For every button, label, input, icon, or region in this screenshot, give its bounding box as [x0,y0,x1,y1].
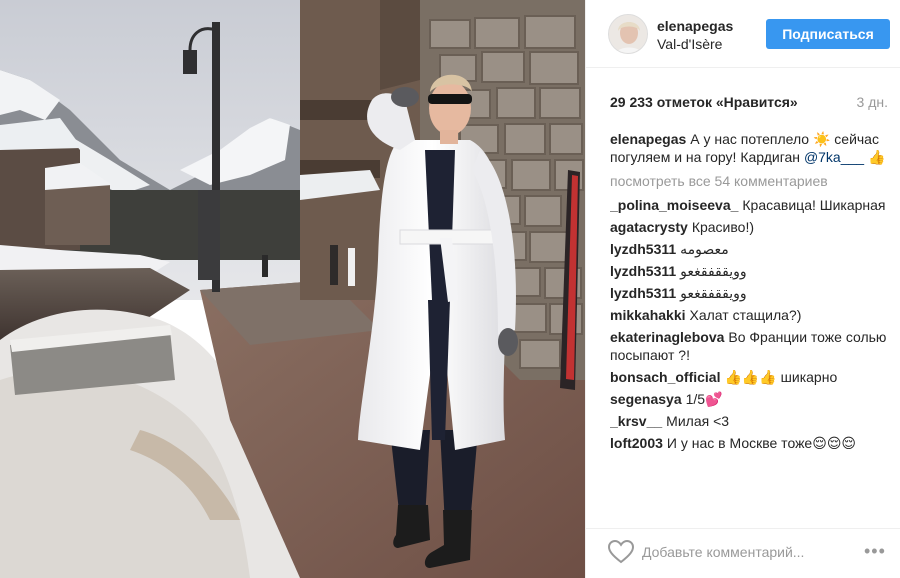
post-side-panel: elenapegas Val-d'Isère Подписаться 29 23… [586,0,900,578]
comment-text: وويققفقغعو [680,285,747,301]
more-options-icon[interactable]: ••• [864,542,892,560]
add-comment-input[interactable] [642,541,842,563]
comment-text: Красавица! Шикарная [742,197,886,213]
comment-author[interactable]: segenasya [610,391,682,407]
comment-author[interactable]: ekaterinaglebova [610,329,724,345]
photo-illustration [0,0,585,578]
post-location[interactable]: Val-d'Isère [657,36,722,52]
comment-author[interactable]: _krsv__ [610,413,662,429]
comment-author[interactable]: _polina_moiseeva_ [610,197,738,213]
comment-text: Халат стащила?) [689,307,802,323]
avatar-image [609,15,647,53]
caption-author[interactable]: elenapegas [610,131,686,147]
comments-list: elenapegas А у нас потеплело ☀️ сейчас по… [610,130,892,520]
comment-item: mikkahakki Халат стащила?) [610,306,892,324]
comment-text: معصومه [680,241,729,257]
comment-item: segenasya 1/5💕 [610,390,892,408]
comment-text: وويققفقغعو [680,263,747,279]
follow-button[interactable]: Подписаться [766,19,890,49]
comment-item: bonsach_official 👍👍👍 шикарно [610,368,892,386]
likes-count[interactable]: 29 233 отметок «Нравится» [610,94,798,110]
comment-text: Милая <3 [666,413,730,429]
comment-item: lyzdh5311 وويققفقغعو [610,284,892,302]
comment-item: _polina_moiseeva_ Красавица! Шикарная [610,196,892,214]
post-username[interactable]: elenapegas [657,18,733,34]
comment-item: lyzdh5311 معصومه [610,240,892,258]
comment-author[interactable]: mikkahakki [610,307,686,323]
comment-author[interactable]: bonsach_official [610,369,720,385]
comment-text: 👍👍👍 шикарно [724,369,838,385]
comment-text: 1/5💕 [685,391,723,407]
comment-item: agatacrysty Красиво!) [610,218,892,236]
post-photo[interactable] [0,0,585,578]
comment-item: ekaterinaglebova Во Франции тоже солью по… [610,328,892,364]
likes-row: 29 233 отметок «Нравится» 3 дн. [610,94,890,112]
caption: elenapegas А у нас потеплело ☀️ сейчас по… [610,130,892,166]
comment-item: lyzdh5311 وويققفقغعو [610,262,892,280]
comment-author[interactable]: loft2003 [610,435,663,451]
add-comment-bar: ••• [586,528,900,578]
comment-author[interactable]: lyzdh5311 [610,241,676,257]
comment-author[interactable]: lyzdh5311 [610,285,676,301]
post-time[interactable]: 3 дн. [857,94,888,110]
comment-item: _krsv__ Милая <3 [610,412,892,430]
comment-text: И у нас в Москве тоже😌😌😌 [666,435,857,451]
caption-mention[interactable]: @7ka___ 👍 [804,149,885,165]
comment-item: loft2003 И у нас в Москве тоже😌😌😌 [610,434,892,452]
avatar[interactable] [608,14,648,54]
heart-icon[interactable] [607,539,635,564]
comment-text: Красиво!) [691,219,754,235]
comment-author[interactable]: agatacrysty [610,219,688,235]
post-header: elenapegas Val-d'Isère Подписаться [586,0,900,68]
view-all-comments-link[interactable]: посмотреть все 54 комментариев [610,172,892,190]
comment-author[interactable]: lyzdh5311 [610,263,676,279]
